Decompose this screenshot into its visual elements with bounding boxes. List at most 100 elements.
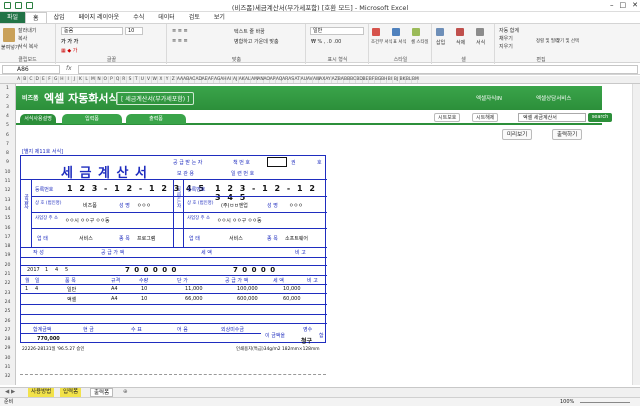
fx-icon[interactable]: fx (66, 65, 72, 72)
tab-data[interactable]: 데이터 (151, 12, 182, 23)
number-format-select[interactable]: 일반 (310, 27, 364, 35)
sheet-protect-button[interactable]: 시트보호 (434, 113, 461, 122)
align-top-icon[interactable]: ≡ ≡ ≡ (172, 28, 188, 34)
paste-icon[interactable] (3, 28, 15, 42)
minimize-icon[interactable]: – (610, 1, 614, 9)
delete-cells-icon[interactable] (456, 28, 464, 36)
styles-label: 스타일 (393, 57, 408, 63)
wrap-text-button[interactable]: 텍스트 줄 바꿈 (234, 28, 265, 35)
tab-input-form[interactable]: 입력폼 (62, 114, 122, 124)
align-left-icon[interactable]: ≡ ≡ ≡ (172, 38, 188, 44)
font-color-icon[interactable]: ▦ ◆ 가 (61, 47, 77, 54)
row-header-cell[interactable]: 29 (0, 346, 15, 351)
percent-icon[interactable]: ₩ % , .0 .00 (311, 39, 341, 45)
find-select-button[interactable]: 찾기 및 선택 (556, 38, 579, 44)
row-header-cell[interactable]: 6 (0, 133, 15, 138)
sheet-unprotect-button[interactable]: 시트해제 (472, 113, 499, 122)
row-header-cell[interactable]: 24 (0, 300, 15, 305)
tab-home[interactable]: 홈 (25, 12, 47, 23)
add-sheet-icon[interactable]: ⊕ (120, 388, 131, 397)
row-header-cell[interactable]: 4 (0, 114, 15, 119)
row-header-cell[interactable]: 31 (0, 365, 15, 370)
sheet-tab-usage[interactable]: 사용방법 (28, 388, 55, 397)
row-header-cell[interactable]: 26 (0, 319, 15, 324)
font-name-select[interactable]: 돋움 (61, 27, 123, 35)
sheet-tab-output[interactable]: 출력폼 (90, 388, 114, 397)
nav-link-excel-in[interactable]: 엑셀자식IN (476, 94, 502, 102)
row-header-cell[interactable]: 11 (0, 179, 15, 184)
maximize-icon[interactable]: □ (620, 1, 627, 9)
font-size-select[interactable]: 10 (125, 27, 143, 35)
column-header-cell[interactable]: BM (412, 76, 419, 83)
formula-input[interactable] (78, 65, 638, 74)
row-header-cell[interactable]: 2 (0, 95, 15, 100)
print-button[interactable]: 출력하기 (552, 129, 583, 140)
sheet-tab-input[interactable]: 입력폼 (60, 388, 82, 397)
cell-style-icon[interactable] (412, 28, 420, 36)
row-header-cell[interactable]: 7 (0, 142, 15, 147)
search-button[interactable]: search (588, 113, 612, 122)
row-header-cell[interactable]: 15 (0, 216, 15, 221)
tab-view[interactable]: 보기 (207, 12, 232, 23)
row-header-cell[interactable]: 16 (0, 226, 15, 231)
fill-button[interactable]: 채우기 (499, 35, 513, 42)
format-button[interactable]: 서식 (476, 39, 485, 46)
clear-button[interactable]: 지우기 (499, 43, 513, 50)
close-icon[interactable]: ✕ (632, 1, 638, 9)
autosum-button[interactable]: 자동 합계 (499, 27, 519, 34)
row-header-cell[interactable]: 21 (0, 272, 15, 277)
row-header-cell[interactable]: 5 (0, 123, 15, 128)
claim-text: 이 금액을 (265, 333, 285, 339)
zoom-slider[interactable] (580, 402, 630, 403)
row-header-cell[interactable]: 9 (0, 160, 15, 165)
bold-icon[interactable]: 가 가 가 (61, 38, 78, 45)
row-header-cell[interactable]: 8 (0, 151, 15, 156)
row-header-cell[interactable]: 14 (0, 207, 15, 212)
cell-style-button[interactable]: 셀 스타일 (411, 39, 429, 45)
tab-page-layout[interactable]: 페이지 레이아웃 (72, 12, 127, 23)
table-format-button[interactable]: 표 서식 (393, 39, 407, 45)
tab-output-form[interactable]: 출력폼 (126, 114, 186, 124)
nav-link-consult[interactable]: 엑셀상담서비스 (536, 94, 571, 102)
row-header-cell[interactable]: 10 (0, 170, 15, 175)
row-header-cell[interactable]: 28 (0, 337, 15, 342)
row-header-cell[interactable]: 30 (0, 356, 15, 361)
header-banner: 비즈폼 엑셀 자동화서식 [ 세금계산서(부가세포함) ] 엑셀자식IN 엑셀상… (16, 86, 602, 110)
cond-format-button[interactable]: 조건부 서식 (371, 39, 393, 45)
delete-button[interactable]: 삭제 (456, 39, 465, 46)
paste-button[interactable]: 붙여넣기 (1, 44, 19, 51)
row-header-cell[interactable]: 3 (0, 105, 15, 110)
search-input[interactable]: 엑셀 세금계산서 (518, 113, 586, 122)
copy-button[interactable]: 복사 (18, 35, 27, 42)
row-header-cell[interactable]: 22 (0, 281, 15, 286)
tab-formulas[interactable]: 수식 (126, 12, 151, 23)
row-header-cell[interactable]: 18 (0, 244, 15, 249)
tab-review[interactable]: 검토 (182, 12, 207, 23)
row-header-cell[interactable]: 12 (0, 188, 15, 193)
insert-button[interactable]: 삽입 (436, 39, 445, 46)
cond-format-icon[interactable] (372, 28, 380, 36)
row-header-cell[interactable]: 20 (0, 263, 15, 268)
name-box[interactable]: A86 (2, 65, 60, 74)
row-header-cell[interactable]: 13 (0, 198, 15, 203)
row-header-cell[interactable]: 19 (0, 253, 15, 258)
insert-cells-icon[interactable] (436, 28, 444, 36)
tab-insert[interactable]: 삽입 (47, 12, 72, 23)
tab-usage-guide[interactable]: 서식사용설명 (20, 114, 56, 124)
sheet-nav-arrows[interactable]: ◀ ▶ (2, 388, 18, 397)
row-header-cell[interactable]: 25 (0, 309, 15, 314)
row-header-cell[interactable]: 23 (0, 291, 15, 296)
tab-file[interactable]: 파일 (0, 12, 26, 23)
cut-button[interactable]: 잘라내기 (18, 27, 36, 34)
row-header-cell[interactable]: 17 (0, 235, 15, 240)
vertical-scrollbar[interactable] (632, 84, 640, 385)
preview-button[interactable]: 미리보기 (502, 129, 533, 140)
format-painter-button[interactable]: 서식 복사 (18, 43, 38, 50)
row-header-cell[interactable]: 1 (0, 86, 15, 91)
format-cells-icon[interactable] (476, 28, 484, 36)
table-format-icon[interactable] (392, 28, 400, 36)
merge-center-button[interactable]: 병합하고 가운데 맞춤 (234, 38, 279, 45)
row-header-cell[interactable]: 32 (0, 374, 15, 379)
selected-cell[interactable] (267, 157, 287, 167)
row-header-cell[interactable]: 27 (0, 328, 15, 333)
